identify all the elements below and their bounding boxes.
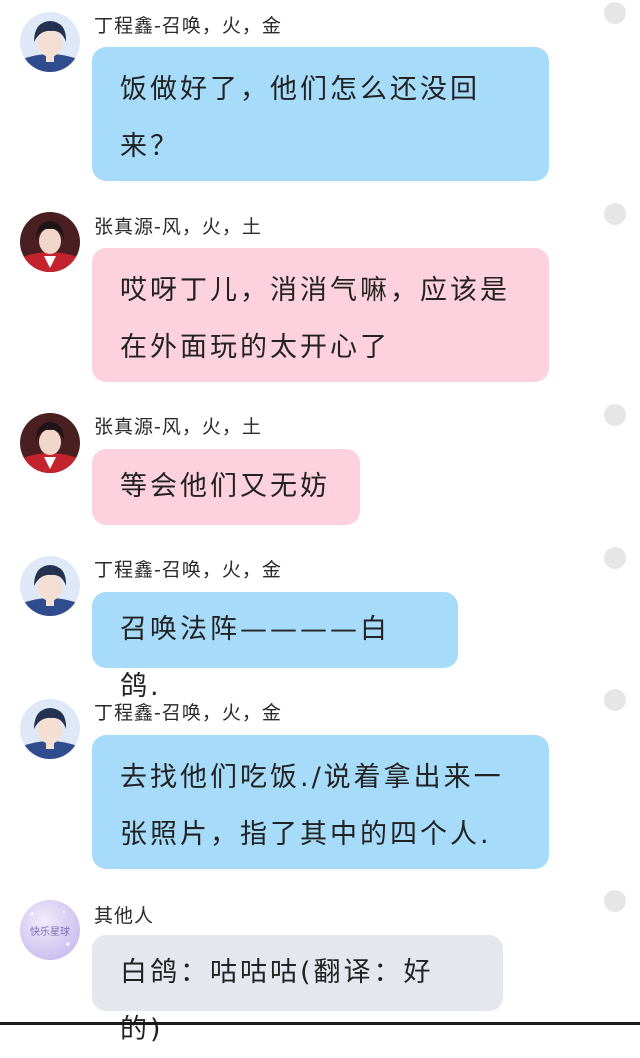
sender-name: 张真源-风，火，土 bbox=[94, 216, 262, 238]
lavender-avatar-icon[interactable]: 快乐星球 bbox=[20, 900, 80, 960]
unread-dot-icon bbox=[604, 547, 626, 569]
unread-dot-icon bbox=[604, 689, 626, 711]
boy-red-avatar-icon[interactable] bbox=[20, 212, 80, 272]
unread-dot-icon bbox=[604, 2, 626, 24]
boy-blue-avatar-icon[interactable] bbox=[20, 556, 80, 616]
unread-dot-icon bbox=[604, 404, 626, 426]
sender-name: 丁程鑫-召唤，火，金 bbox=[94, 15, 282, 37]
unread-dot-icon bbox=[604, 890, 626, 912]
boy-blue-avatar-icon[interactable] bbox=[20, 12, 80, 72]
sender-name: 丁程鑫-召唤，火，金 bbox=[94, 702, 282, 724]
unread-dot-icon bbox=[604, 203, 626, 225]
boy-red-avatar-icon[interactable] bbox=[20, 413, 80, 473]
sender-name: 张真源-风，火，土 bbox=[94, 416, 262, 438]
chat-log: 丁程鑫-召唤，火，金 饭做好了，他们怎么还没回来？ 张真源-风，火，土 哎呀丁儿… bbox=[0, 0, 640, 1045]
sender-name: 其他人 bbox=[94, 905, 155, 927]
message-bubble[interactable]: 饭做好了，他们怎么还没回来？ bbox=[92, 47, 549, 181]
avatar-text: 快乐星球 bbox=[30, 925, 70, 938]
message-bubble[interactable]: 白鸽：咕咕咕(翻译：好的) bbox=[92, 935, 503, 1045]
sender-name: 丁程鑫-召唤，火，金 bbox=[94, 559, 282, 581]
boy-blue-avatar-icon[interactable] bbox=[20, 699, 80, 759]
message-bubble[interactable]: 哎呀丁儿，消消气嘛，应该是在外面玩的太开心了 bbox=[92, 248, 549, 382]
message-bubble[interactable]: 召唤法阵————白鸽. bbox=[92, 592, 458, 702]
message-bubble[interactable]: 等会他们又无妨 bbox=[92, 449, 360, 525]
message-bubble[interactable]: 去找他们吃饭./说着拿出来一张照片，指了其中的四个人. bbox=[92, 735, 549, 869]
